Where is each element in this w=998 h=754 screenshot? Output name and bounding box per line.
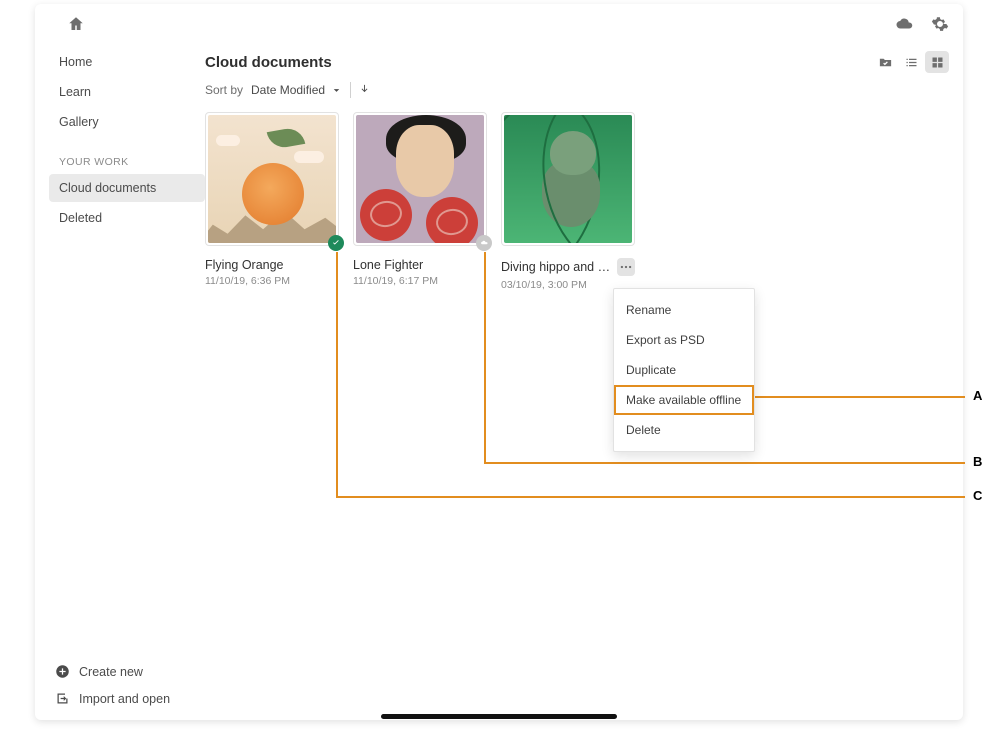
sidebar-item-cloud-documents[interactable]: Cloud documents — [49, 174, 205, 202]
sidebar-item-gallery[interactable]: Gallery — [49, 108, 205, 136]
view-list-button[interactable] — [899, 51, 923, 73]
document-card[interactable]: Diving hippo and the… 03/10/19, 3:00 PM — [501, 112, 635, 291]
ctx-item-export-psd[interactable]: Export as PSD — [614, 325, 754, 355]
ctx-item-duplicate[interactable]: Duplicate — [614, 355, 754, 385]
sidebar-section-head: YOUR WORK — [49, 136, 205, 174]
sort-label: Sort by — [205, 83, 243, 97]
grid-icon — [930, 55, 945, 70]
annotation-label-c: C — [973, 488, 982, 503]
import-icon — [55, 691, 70, 706]
annotation-line — [484, 462, 965, 464]
document-thumb[interactable] — [353, 112, 487, 246]
document-title: Flying Orange — [205, 258, 339, 272]
documents-grid: Flying Orange 11/10/19, 6:36 PM — [205, 112, 949, 291]
view-grid-button[interactable] — [925, 51, 949, 73]
document-title: Lone Fighter — [353, 258, 487, 272]
page-title: Cloud documents — [205, 54, 332, 71]
app-top-bar — [35, 4, 963, 40]
document-date: 11/10/19, 6:36 PM — [205, 275, 339, 287]
view-folder-button[interactable] — [873, 51, 897, 73]
import-open-button[interactable]: Import and open — [55, 691, 199, 706]
arrow-down-icon — [359, 83, 370, 94]
sort-dropdown[interactable]: Date Modified — [251, 83, 342, 97]
document-title: Diving hippo and the… — [501, 260, 611, 274]
create-new-button[interactable]: Create new — [55, 664, 199, 679]
folder-check-icon — [878, 55, 893, 70]
import-open-label: Import and open — [79, 692, 170, 706]
sort-direction-button[interactable] — [359, 83, 370, 97]
annotation-label-b: B — [973, 454, 982, 469]
sidebar: Home Learn Gallery YOUR WORK Cloud docum… — [49, 48, 205, 720]
create-new-label: Create new — [79, 665, 143, 679]
plus-circle-icon — [55, 664, 70, 679]
annotation-line — [336, 496, 965, 498]
main-panel: Cloud documents Sort by Date Modifi — [205, 48, 949, 720]
annotation-line — [755, 396, 965, 398]
home-icon[interactable] — [49, 15, 85, 38]
annotation-label-a: A — [973, 388, 982, 403]
document-thumb[interactable] — [205, 112, 339, 246]
document-card[interactable]: Flying Orange 11/10/19, 6:36 PM — [205, 112, 339, 291]
sort-row: Sort by Date Modified — [205, 82, 949, 98]
chevron-down-icon — [331, 85, 342, 96]
gear-icon[interactable] — [913, 15, 949, 38]
annotation-line — [336, 252, 338, 496]
cloud-icon[interactable] — [877, 15, 913, 38]
document-date: 11/10/19, 6:17 PM — [353, 275, 487, 287]
document-thumb[interactable] — [501, 112, 635, 246]
sidebar-item-deleted[interactable]: Deleted — [49, 204, 205, 232]
sidebar-item-learn[interactable]: Learn — [49, 78, 205, 106]
document-card[interactable]: Lone Fighter 11/10/19, 6:17 PM — [353, 112, 487, 291]
ctx-item-make-offline[interactable]: Make available offline — [614, 385, 754, 415]
device-home-indicator — [381, 714, 617, 719]
document-context-menu: Rename Export as PSD Duplicate Make avai… — [613, 288, 755, 452]
document-more-button[interactable] — [617, 258, 635, 276]
ctx-item-rename[interactable]: Rename — [614, 295, 754, 325]
sidebar-item-home[interactable]: Home — [49, 48, 205, 76]
cloud-only-badge-icon — [476, 235, 492, 251]
sort-value: Date Modified — [251, 83, 325, 97]
ctx-item-delete[interactable]: Delete — [614, 415, 754, 445]
synced-badge-icon — [328, 235, 344, 251]
annotation-line — [484, 252, 486, 462]
app-window: Home Learn Gallery YOUR WORK Cloud docum… — [35, 4, 963, 720]
list-icon — [904, 55, 919, 70]
more-horizontal-icon — [619, 260, 633, 274]
